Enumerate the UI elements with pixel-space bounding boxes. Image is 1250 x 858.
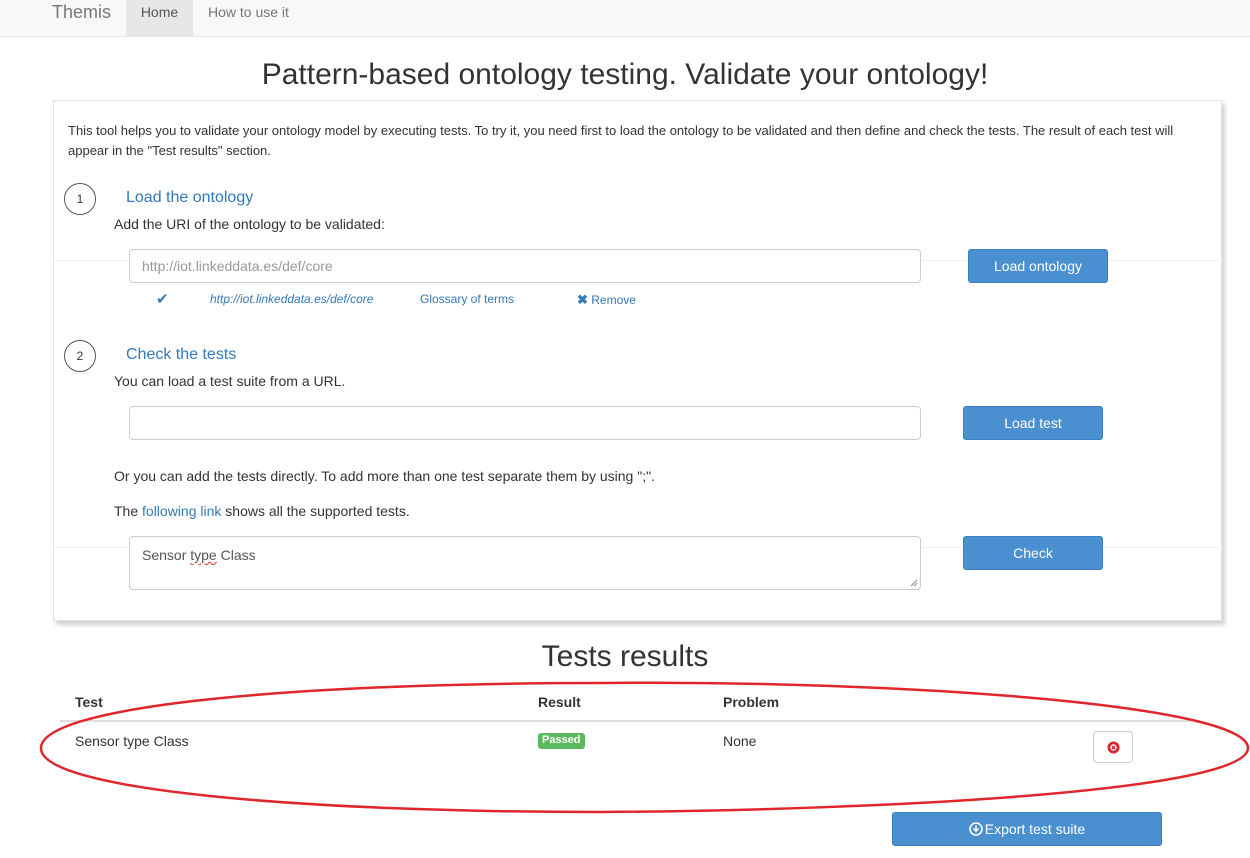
status-badge: Passed: [538, 733, 585, 749]
link-prefix: The: [114, 503, 143, 519]
problem-cell: None: [723, 733, 757, 749]
remove-circle-icon: [1107, 741, 1120, 754]
navbar: Themis Home How to use it: [0, 0, 1250, 37]
validation-panel: This tool helps you to validate your ont…: [53, 100, 1223, 621]
tests-textarea[interactable]: Sensor type Class: [129, 536, 921, 590]
check-button[interactable]: Check: [963, 536, 1103, 570]
step-2-instruction: You can load a test suite from a URL.: [114, 373, 346, 389]
tests-text-word: Class: [216, 547, 256, 563]
intro-text: This tool helps you to validate your ont…: [68, 123, 1174, 158]
brand-logo[interactable]: Themis: [52, 1, 111, 23]
remove-label: Remove: [591, 293, 636, 307]
tests-text-word: Sensor: [142, 547, 191, 563]
check-icon: ✔: [156, 291, 169, 308]
export-label: Export test suite: [984, 821, 1086, 837]
results-title: Tests results: [541, 640, 709, 673]
table-header-divider: [60, 720, 1190, 722]
step-1-title: Load the ontology: [126, 189, 254, 206]
step-2-title: Check the tests: [126, 346, 237, 363]
remove-ontology-button[interactable]: ✖ Remove: [577, 292, 636, 308]
step-2-circle: 2: [64, 340, 96, 372]
tab-home[interactable]: Home: [126, 0, 193, 37]
step-1-circle: 1: [64, 183, 96, 215]
supported-tests-text: The following link shows all the support…: [114, 501, 410, 521]
delete-test-button[interactable]: [1093, 731, 1133, 763]
column-header-problem: Problem: [723, 694, 780, 710]
link-suffix: shows all the supported tests.: [221, 503, 410, 519]
load-test-button[interactable]: Load test: [963, 406, 1103, 440]
resize-handle-icon[interactable]: [910, 579, 918, 587]
column-header-result: Result: [538, 694, 581, 710]
test-name-cell: Sensor type Class: [75, 733, 189, 749]
page-title: Pattern-based ontology testing. Validate…: [261, 58, 989, 91]
column-header-test: Test: [75, 694, 103, 710]
test-suite-url-input[interactable]: [129, 406, 921, 440]
following-link[interactable]: following link: [142, 503, 221, 519]
misspelled-word: type: [190, 547, 217, 563]
close-icon: ✖: [577, 292, 588, 307]
load-ontology-button[interactable]: Load ontology: [968, 249, 1108, 283]
export-test-suite-button[interactable]: Export test suite: [892, 812, 1162, 846]
ontology-uri-input[interactable]: [129, 249, 921, 283]
glossary-link[interactable]: Glossary of terms: [420, 292, 514, 306]
direct-tests-text: Or you can add the tests directly. To ad…: [114, 468, 655, 484]
download-icon: [968, 822, 983, 836]
step-1-instruction: Add the URI of the ontology to be valida…: [114, 216, 385, 232]
loaded-ontology-uri[interactable]: http://iot.linkeddata.es/def/core: [210, 292, 373, 306]
tab-how-to-use[interactable]: How to use it: [208, 0, 289, 24]
loaded-ontology-row: ✔ http://iot.linkeddata.es/def/core Glos…: [144, 290, 664, 310]
